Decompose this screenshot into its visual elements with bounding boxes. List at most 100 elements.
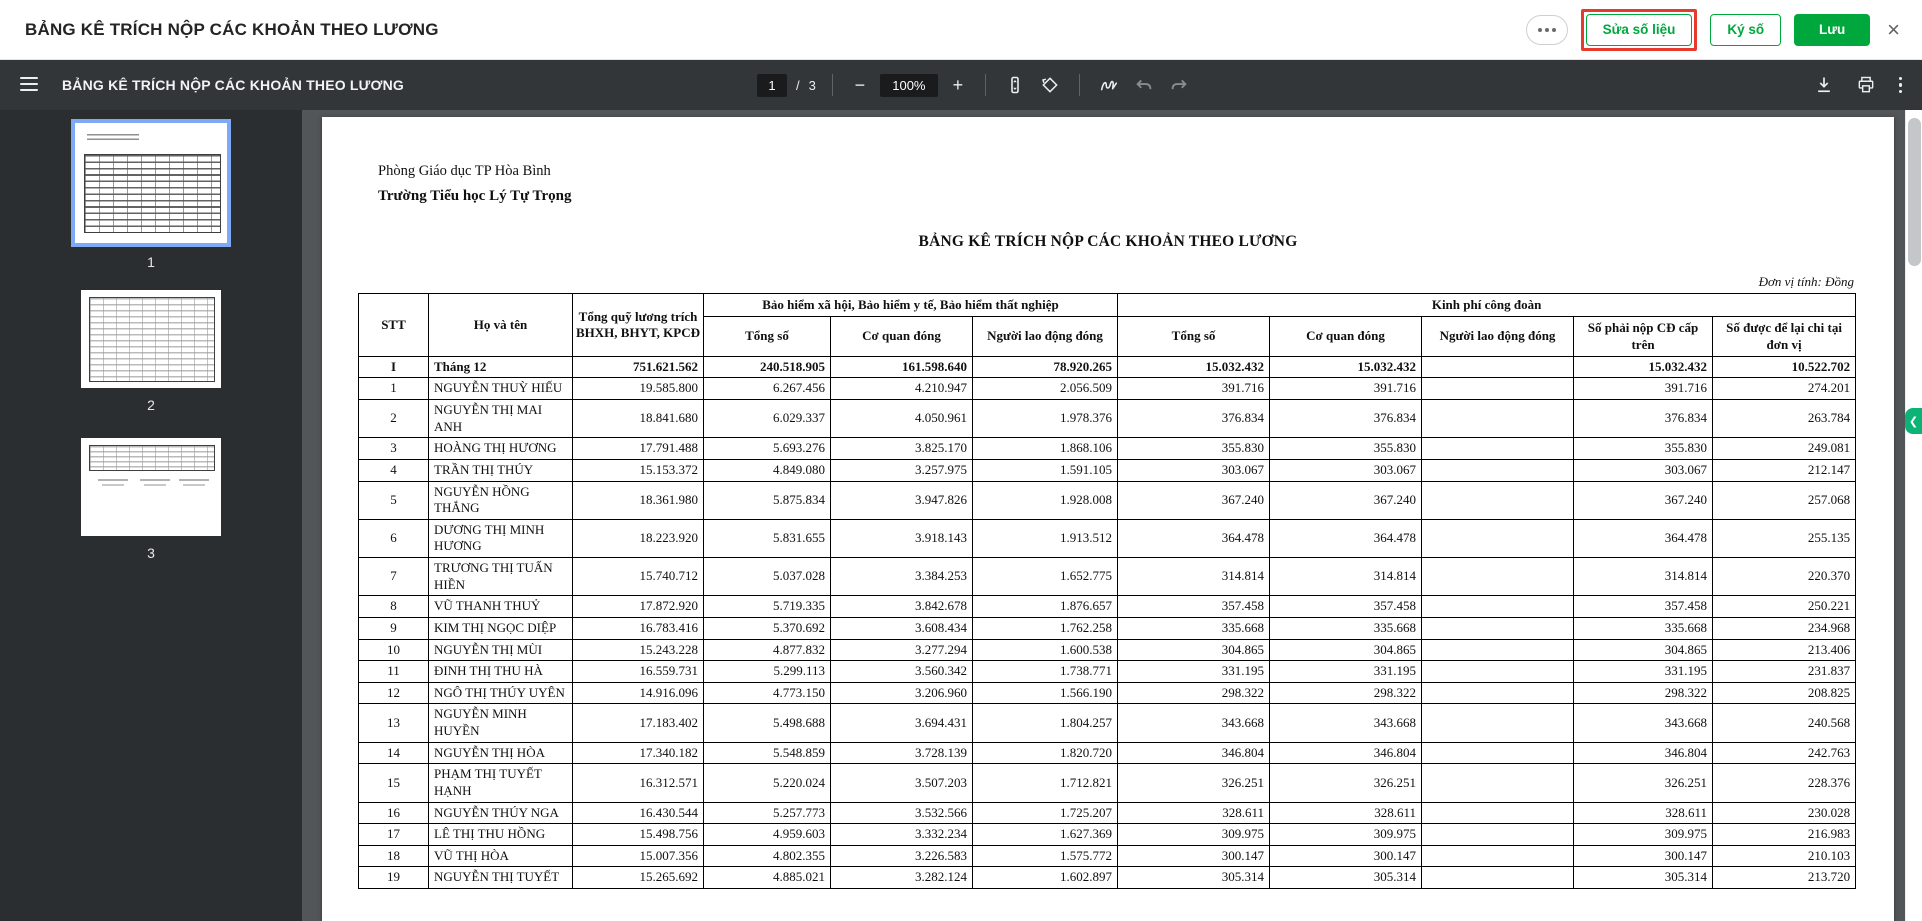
- page-title: BẢNG KÊ TRÍCH NỘP CÁC KHOẢN THEO LƯƠNG: [25, 19, 439, 39]
- org-unit-name: Trường Tiểu học Lý Tự Trọng: [378, 188, 572, 204]
- page-thumbnail-selected[interactable]: [71, 119, 231, 247]
- cell-name: NGUYỄN THỊ MAI ANH: [428, 398, 573, 439]
- sub-header: Tổng số: [703, 316, 831, 357]
- thumbnail-table-sketch: [89, 296, 216, 383]
- divider: [984, 74, 986, 96]
- cell-value: 240.518.905: [703, 355, 831, 379]
- cell-value: 309.975: [1573, 823, 1714, 846]
- cell-value: 213.406: [1712, 638, 1857, 662]
- cell-value: [1421, 638, 1575, 662]
- collapse-panel-tab[interactable]: ❮: [1905, 408, 1922, 434]
- cell-value: 242.763: [1712, 741, 1857, 765]
- zoom-level-input[interactable]: 100%: [879, 73, 938, 97]
- cell-value: 212.147: [1712, 458, 1857, 482]
- vertical-scrollbar[interactable]: [1905, 110, 1922, 921]
- page-number-input[interactable]: 1: [757, 73, 787, 97]
- group-header-insurance: Bảo hiểm xã hội, Bảo hiểm y tế, Bảo hiểm…: [702, 292, 1119, 318]
- cell-value: [1421, 595, 1575, 618]
- cell-stt: I: [358, 355, 429, 379]
- cell-value: 298.322: [1117, 681, 1271, 705]
- cell-value: 3.694.431: [830, 703, 973, 743]
- cell-value: [1421, 616, 1575, 640]
- thumbnail-page-number[interactable]: 2: [81, 397, 221, 413]
- zoom-out-button[interactable]: −: [849, 75, 871, 96]
- cell-value: 3.507.203: [830, 763, 973, 803]
- cell-value: 1.868.106: [971, 437, 1119, 460]
- cell-value: 15.007.356: [572, 844, 704, 868]
- cell-value: 1.804.257: [971, 703, 1119, 743]
- cell-value: [1421, 741, 1575, 765]
- cell-value: 355.830: [1117, 437, 1271, 460]
- page-thumbnail[interactable]: [81, 438, 221, 536]
- close-icon[interactable]: ×: [1883, 18, 1904, 41]
- cell-value: 2.056.509: [971, 377, 1119, 400]
- cell-name: VŨ THỊ HÒA: [428, 844, 573, 868]
- thumbnail-signature-sketch: [179, 479, 209, 487]
- zoom-in-button[interactable]: +: [947, 75, 969, 96]
- cell-name: KIM THỊ NGỌC DIỆP: [428, 616, 573, 640]
- cell-name: NGUYỄN THỊ MÙI: [428, 638, 573, 662]
- thumbnail-page-number[interactable]: 1: [71, 254, 231, 270]
- cell-value: 216.983: [1712, 823, 1857, 846]
- download-icon[interactable]: [1811, 72, 1837, 98]
- cell-value: 5.875.834: [703, 480, 831, 520]
- table-row: 3 HOÀNG THỊ HƯƠNG 17.791.488 5.693.276 3.825…: [358, 437, 1857, 460]
- rotate-icon[interactable]: [1037, 72, 1063, 98]
- thumbnail-page-number[interactable]: 3: [81, 545, 221, 561]
- cell-value: 1.928.008: [971, 480, 1119, 520]
- salary-deduction-table: STT Họ và tên Tổng quỹ lương trích BHXH,…: [358, 292, 1857, 889]
- table-row: 12 NGÔ THỊ THÚY UYÊN 14.916.096 4.773.150 3.…: [358, 681, 1857, 705]
- undo-icon[interactable]: [1131, 72, 1157, 98]
- dot-icon: [1551, 27, 1556, 32]
- scrollbar-thumb[interactable]: [1908, 118, 1921, 266]
- cell-value: 305.314: [1573, 866, 1714, 889]
- pdf-toolbar: BẢNG KÊ TRÍCH NỘP CÁC KHOẢN THEO LƯƠNG 1…: [0, 60, 1922, 110]
- cell-value: 4.877.832: [703, 638, 831, 662]
- cell-value: 3.532.566: [830, 801, 973, 825]
- cell-value: 3.947.826: [830, 480, 973, 520]
- cell-value: 3.257.975: [830, 458, 973, 482]
- table-row: 8 VŨ THANH THUỶ 17.872.920 5.719.335 3.842.6…: [358, 595, 1857, 618]
- cell-value: 19.585.800: [572, 377, 704, 400]
- cell-value: 161.598.640: [830, 355, 973, 379]
- cell-value: 3.560.342: [830, 660, 973, 683]
- cell-value: 1.575.772: [971, 844, 1119, 868]
- cell-value: 303.067: [1269, 458, 1423, 482]
- cell-value: 4.050.961: [830, 398, 973, 439]
- sub-header: Người lao động đóng: [1421, 316, 1575, 357]
- cell-stt: 10: [358, 638, 429, 662]
- cell-value: 331.195: [1573, 660, 1714, 683]
- menu-icon[interactable]: [20, 77, 38, 91]
- cell-value: 16.783.416: [572, 616, 704, 640]
- signature-ink-icon[interactable]: [1096, 72, 1122, 98]
- page-area: Phòng Giáo dục TP Hòa Bình Trường Tiểu h…: [302, 110, 1905, 921]
- more-options-button[interactable]: [1525, 14, 1568, 45]
- fit-page-icon[interactable]: [1002, 72, 1028, 98]
- digital-sign-button[interactable]: Ký số: [1710, 13, 1782, 46]
- pdf-doc-title: BẢNG KÊ TRÍCH NỘP CÁC KHOẢN THEO LƯƠNG: [62, 77, 405, 93]
- divider: [831, 74, 833, 96]
- table-row: 15 PHẠM THỊ TUYẾT HẠNH 16.312.571 5.220.024…: [358, 763, 1857, 803]
- save-button[interactable]: Lưu: [1794, 13, 1871, 46]
- cell-value: 304.865: [1573, 638, 1714, 662]
- edit-data-button[interactable]: Sửa số liệu: [1585, 13, 1693, 46]
- more-tools-icon[interactable]: [1895, 73, 1907, 98]
- table-row: 17 LÊ THỊ THU HỒNG 15.498.756 4.959.603 3.33…: [358, 823, 1857, 846]
- cell-value: 5.831.655: [703, 518, 831, 559]
- cell-value: [1421, 703, 1575, 743]
- cell-value: 367.240: [1117, 480, 1271, 520]
- cell-value: 376.834: [1269, 398, 1423, 439]
- cell-value: 357.458: [1117, 595, 1271, 618]
- redo-icon[interactable]: [1166, 72, 1192, 98]
- cell-value: 250.221: [1712, 595, 1857, 618]
- pdf-page: Phòng Giáo dục TP Hòa Bình Trường Tiểu h…: [322, 117, 1894, 921]
- currency-unit-note: Đơn vị tính: Đồng: [1758, 274, 1854, 289]
- print-icon[interactable]: [1853, 72, 1879, 98]
- table-row: 16 NGUYỄN THÚY NGA 16.430.544 5.257.773 3.53…: [358, 801, 1857, 825]
- cell-value: 303.067: [1117, 458, 1271, 482]
- document-title: BẢNG KÊ TRÍCH NỘP CÁC KHOẢN THEO LƯƠNG: [918, 233, 1298, 250]
- cell-name: Tháng 12: [428, 355, 573, 379]
- page-thumbnail[interactable]: [81, 290, 221, 388]
- sub-header: Cơ quan đóng: [1269, 316, 1423, 357]
- table-row: 14 NGUYỄN THỊ HÒA 17.340.182 5.548.859 3.728…: [358, 741, 1857, 765]
